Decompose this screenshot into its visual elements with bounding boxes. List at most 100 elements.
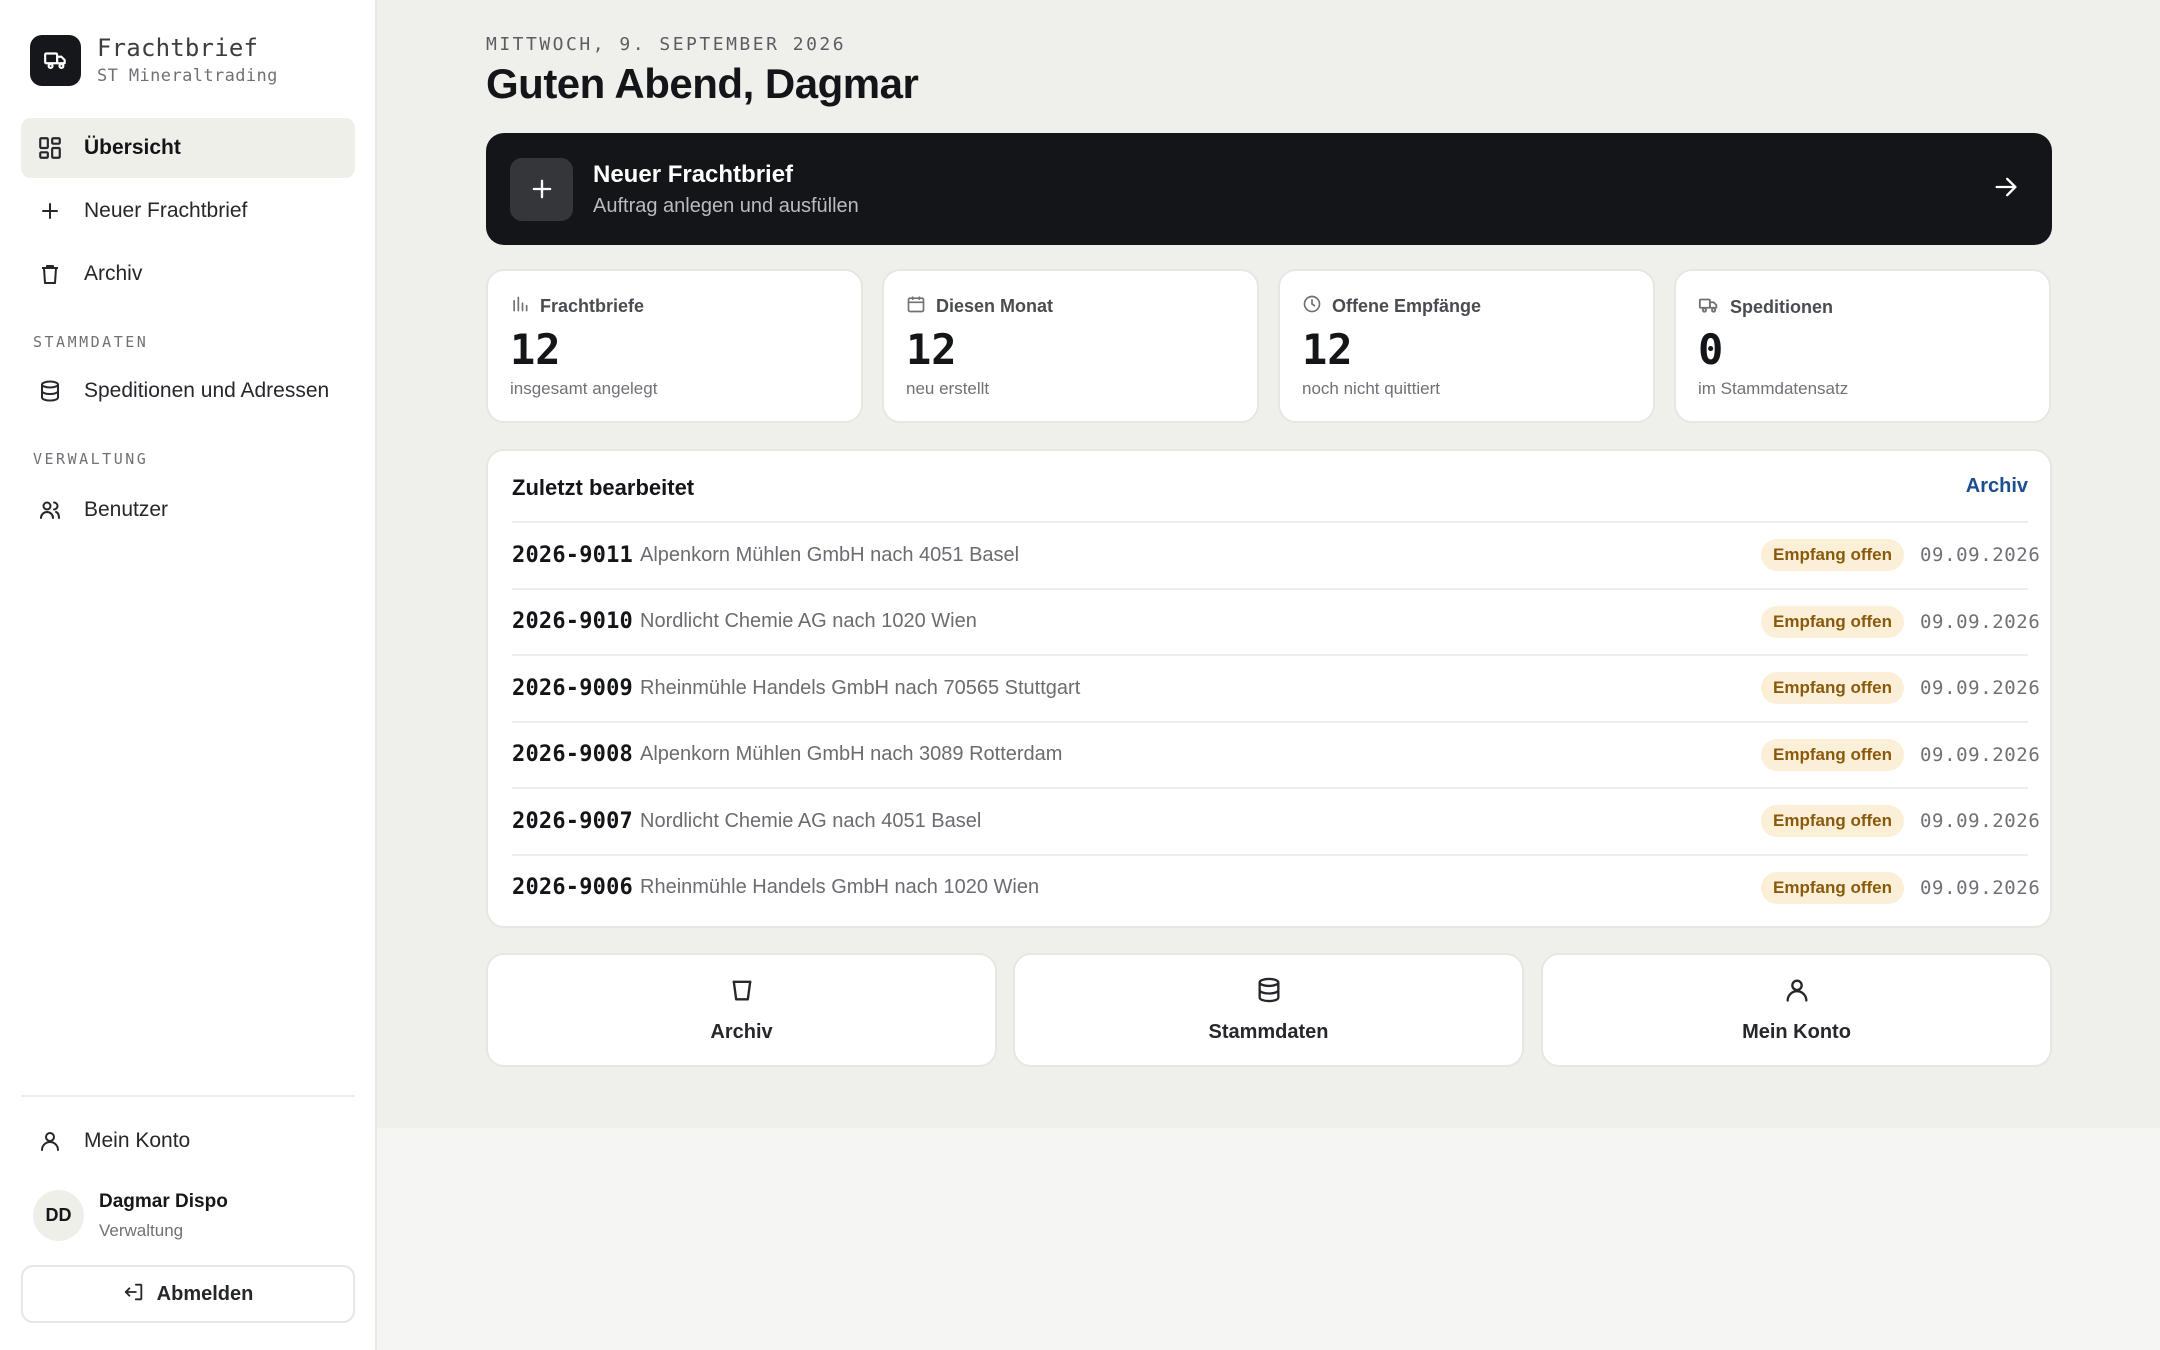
frachtbrief-description: Nordlicht Chemie AG nach 4051 Basel [640, 809, 982, 832]
database-icon [36, 377, 64, 405]
row-date: 09.09.2026 [1920, 743, 2041, 766]
table-row[interactable]: 2026-9009 Rheinmühle Handels GmbH nach 70… [512, 654, 2041, 721]
frachtbrief-description: Nordlicht Chemie AG nach 1020 Wien [640, 610, 977, 633]
frachtbrief-number: 2026-9006 [512, 875, 634, 901]
nav-item-archiv[interactable]: Archiv [21, 244, 355, 304]
nav-label: Neuer Frachtbrief [84, 199, 248, 222]
page-title: Guten Abend, Dagmar [486, 60, 919, 107]
brand[interactable]: Frachtbrief ST Mineraltrading [30, 34, 278, 86]
stat-sub: im Stammdatensatz [1698, 379, 1849, 398]
status-badge: Empfang offen [1761, 738, 1904, 771]
table-row[interactable]: 2026-9007 Nordlicht Chemie AG nach 4051 B… [512, 787, 2041, 854]
frachtbrief-number: 2026-9008 [512, 742, 634, 768]
stat-sub: neu erstellt [906, 379, 990, 398]
stat-sub: noch nicht quittiert [1302, 379, 1440, 398]
stat-card-offene-empfaenge: Offene Empfänge 12 noch nicht quittiert [1278, 269, 1655, 423]
status-badge: Empfang offen [1761, 672, 1904, 705]
row-date: 09.09.2026 [1920, 544, 2041, 567]
nav-label: Benutzer [84, 498, 169, 521]
row-date: 09.09.2026 [1920, 610, 2041, 633]
current-date: MITTWOCH, 9. SEPTEMBER 2026 [486, 34, 847, 55]
stat-value: 12 [906, 325, 957, 374]
tile-label: Stammdaten [1208, 1021, 1329, 1043]
user-profile: DD Dagmar Dispo Verwaltung [33, 1190, 228, 1241]
user-icon [36, 1127, 64, 1155]
brand-name: Frachtbrief [97, 34, 259, 62]
tile-label: Archiv [710, 1021, 773, 1043]
cta-subtitle: Auftrag anlegen und ausfüllen [593, 194, 859, 217]
stat-label: Offene Empfänge [1332, 296, 1482, 316]
truck-icon [30, 34, 81, 86]
section-label-verwaltung: VERWALTUNG [33, 450, 149, 468]
frachtbrief-description: Rheinmühle Handels GmbH nach 70565 Stutt… [640, 676, 1081, 699]
plus-icon [36, 197, 64, 225]
recent-list: 2026-9011 Alpenkorn Mühlen GmbH nach 4051… [512, 521, 2041, 921]
nav-item-neuer-frachtbrief[interactable]: Neuer Frachtbrief [21, 181, 355, 241]
archive-icon [728, 976, 756, 1009]
dashboard-icon [36, 134, 64, 162]
clock-icon [1302, 294, 1322, 319]
nav-item-uebersicht[interactable]: Übersicht [21, 118, 355, 178]
table-row[interactable]: 2026-9010 Nordlicht Chemie AG nach 1020 W… [512, 587, 2041, 655]
row-date: 09.09.2026 [1920, 876, 2041, 899]
table-row[interactable]: 2026-9011 Alpenkorn Mühlen GmbH nach 4051… [512, 521, 2041, 588]
frachtbrief-number: 2026-9011 [512, 542, 634, 568]
stat-card-diesen-monat: Diesen Monat 12 neu erstellt [882, 269, 1259, 423]
main-lower-area [377, 1128, 2160, 1350]
frachtbrief-number: 2026-9007 [512, 808, 634, 834]
brand-subtitle: ST Mineraltrading [97, 66, 278, 86]
sidebar-divider [21, 1095, 355, 1097]
nav-item-speditionen[interactable]: Speditionen und Adressen [21, 361, 355, 421]
nav-label: Archiv [84, 262, 143, 285]
frachtbrief-description: Alpenkorn Mühlen GmbH nach 4051 Basel [640, 543, 1020, 566]
sidebar: Frachtbrief ST Mineraltrading Übersicht … [0, 0, 377, 1350]
stat-value: 12 [510, 325, 561, 374]
table-row[interactable]: 2026-9008 Alpenkorn Mühlen GmbH nach 3089… [512, 720, 2041, 788]
truck-icon [1698, 294, 1720, 321]
arrow-right-icon [1992, 173, 2020, 206]
stat-value: 0 [1698, 325, 1724, 374]
users-icon [36, 496, 64, 524]
user-name: Dagmar Dispo [99, 1190, 228, 1212]
nav-label: Mein Konto [84, 1129, 191, 1152]
logout-label: Abmelden [156, 1282, 254, 1305]
frachtbrief-description: Rheinmühle Handels GmbH nach 1020 Wien [640, 876, 1040, 899]
tile-mein-konto[interactable]: Mein Konto [1541, 953, 2052, 1067]
cta-title: Neuer Frachtbrief [593, 160, 794, 188]
avatar: DD [33, 1190, 84, 1241]
nav-item-benutzer[interactable]: Benutzer [21, 480, 355, 540]
row-date: 09.09.2026 [1920, 810, 2041, 833]
stat-label: Speditionen [1730, 297, 1833, 317]
stat-label: Frachtbriefe [540, 296, 645, 316]
user-role: Verwaltung [99, 1220, 184, 1240]
status-badge: Empfang offen [1761, 605, 1904, 638]
status-badge: Empfang offen [1761, 539, 1904, 572]
table-row[interactable]: 2026-9006 Rheinmühle Handels GmbH nach 10… [512, 853, 2041, 921]
archive-link[interactable]: Archiv [1966, 475, 2028, 498]
tile-archiv[interactable]: Archiv [486, 953, 997, 1067]
database-icon [1255, 976, 1283, 1009]
tile-label: Mein Konto [1742, 1021, 1851, 1043]
logout-icon [123, 1281, 145, 1308]
row-date: 09.09.2026 [1920, 677, 2041, 700]
nav-item-mein-konto[interactable]: Mein Konto [21, 1111, 355, 1171]
status-badge: Empfang offen [1761, 871, 1904, 904]
nav-label: Speditionen und Adressen [84, 379, 330, 402]
recent-title: Zuletzt bearbeitet [512, 475, 695, 500]
archive-icon [36, 260, 64, 288]
frachtbrief-number: 2026-9010 [512, 609, 634, 635]
stat-value: 12 [1302, 325, 1353, 374]
stat-label: Diesen Monat [936, 296, 1054, 316]
section-label-stammdaten: STAMMDATEN [33, 333, 149, 351]
frachtbrief-description: Alpenkorn Mühlen GmbH nach 3089 Rotterda… [640, 743, 1063, 766]
calendar-icon [906, 294, 926, 319]
new-frachtbrief-button[interactable]: Neuer Frachtbrief Auftrag anlegen und au… [486, 133, 2052, 245]
tile-stammdaten[interactable]: Stammdaten [1013, 953, 1524, 1067]
stat-sub: insgesamt angelegt [510, 379, 658, 398]
frachtbrief-number: 2026-9009 [512, 675, 634, 701]
recent-panel: Zuletzt bearbeitet Archiv 2026-9011 Alpen… [486, 449, 2052, 928]
logout-button[interactable]: Abmelden [21, 1265, 355, 1323]
status-badge: Empfang offen [1761, 805, 1904, 838]
nav-label: Übersicht [84, 136, 181, 159]
stat-card-speditionen: Speditionen 0 im Stammdatensatz [1674, 269, 2051, 423]
